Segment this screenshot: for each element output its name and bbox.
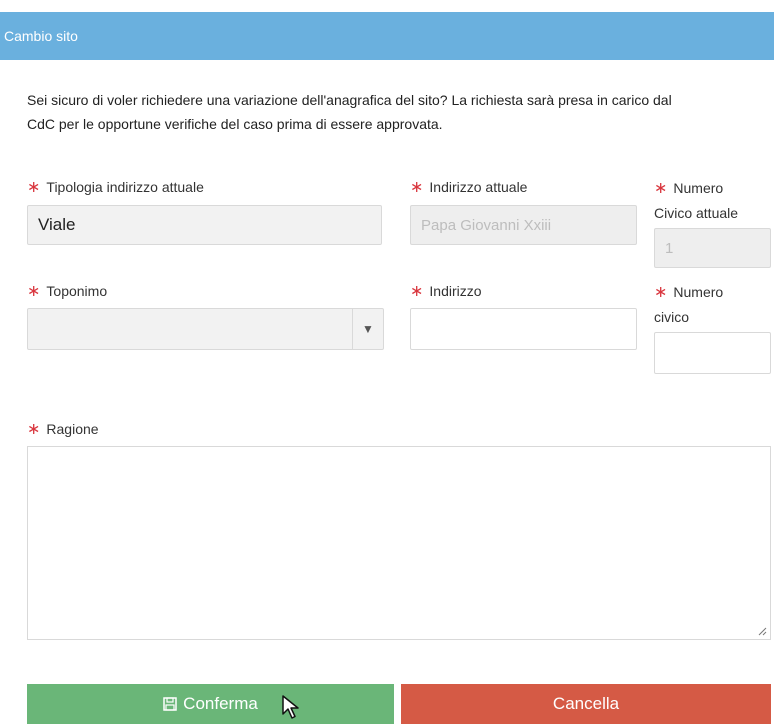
label-numero-civico: ∗ Numero civico — [654, 284, 724, 325]
chevron-down-icon[interactable]: ▼ — [352, 309, 383, 349]
required-marker: ∗ — [410, 283, 424, 300]
intro-line-2: CdC per le opportune verifiche del caso … — [27, 116, 443, 132]
label-tipologia-attuale: ∗ Tipologia indirizzo attuale — [27, 179, 204, 196]
intro-text: Sei sicuro di voler richiedere una varia… — [27, 88, 767, 136]
save-icon — [163, 697, 177, 711]
ragione-textarea[interactable] — [27, 446, 771, 640]
cancel-button-label: Cancella — [552, 694, 620, 713]
toponimo-select[interactable]: ▼ — [27, 308, 384, 350]
confirm-button-label: Conferma — [183, 694, 258, 713]
indirizzo-attuale-field: Papa Giovanni Xxiii — [410, 205, 637, 245]
label-indirizzo: ∗ Indirizzo — [410, 283, 482, 300]
resize-handle-icon[interactable] — [757, 626, 767, 636]
numero-civico-input[interactable] — [654, 332, 771, 374]
mouse-cursor-icon — [282, 695, 299, 719]
numero-civico-attuale-field: 1 — [654, 228, 771, 268]
cancel-button[interactable]: Cancella — [401, 684, 771, 724]
required-marker: ∗ — [410, 179, 424, 196]
indirizzo-attuale-value: Papa Giovanni Xxiii — [421, 216, 552, 234]
required-marker: ∗ — [654, 180, 668, 197]
required-marker: ∗ — [654, 284, 668, 301]
dialog-header: Cambio sito — [0, 12, 774, 60]
label-ragione: ∗ Ragione — [27, 421, 99, 438]
numero-civico-attuale-value: 1 — [665, 239, 674, 257]
indirizzo-input[interactable] — [410, 308, 637, 350]
label-numero-civico-attuale: ∗ Numero Civico attuale — [654, 180, 739, 221]
tipologia-attuale-field[interactable]: Viale — [27, 205, 382, 245]
required-marker: ∗ — [27, 179, 41, 196]
label-toponimo: ∗ Toponimo — [27, 283, 108, 300]
dialog-title: Cambio sito — [4, 28, 78, 44]
confirm-button[interactable]: Conferma — [27, 684, 394, 724]
required-marker: ∗ — [27, 283, 41, 300]
label-indirizzo-attuale: ∗ Indirizzo attuale — [410, 179, 528, 196]
required-marker: ∗ — [27, 421, 41, 438]
tipologia-attuale-value: Viale — [38, 215, 76, 234]
intro-line-1: Sei sicuro di voler richiedere una varia… — [27, 92, 672, 108]
